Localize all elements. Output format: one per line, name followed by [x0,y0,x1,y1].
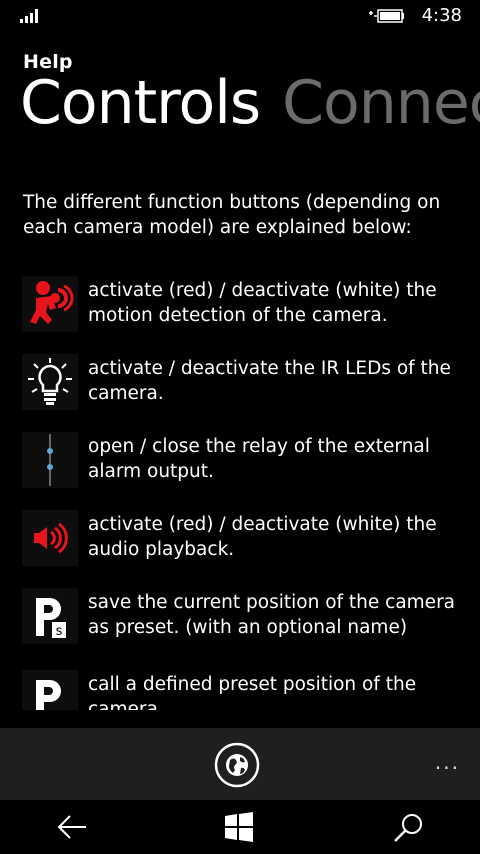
help-content[interactable]: The different function buttons (dependin… [0,180,480,710]
pivot-header: Controls Connec [20,68,480,138]
call-preset-icon [22,670,78,710]
battery-charging-icon [369,9,404,23]
more-options-button[interactable]: ... [435,750,460,774]
svg-text:s: s [56,624,63,639]
item-text: open / close the relay of the external a… [88,436,430,482]
motion-detection-icon [22,276,78,332]
item-text: activate / deactivate the IR LEDs of the… [88,358,451,404]
relay-switch-icon [22,432,78,488]
tab-controls[interactable]: Controls [20,68,261,138]
item-text: activate (red) / deactivate (white) the … [88,280,437,326]
save-preset-icon: s [22,588,78,644]
intro-text: The different function buttons (dependin… [23,192,441,238]
item-text: activate (red) / deactivate (white) the … [88,514,437,560]
globe-icon[interactable] [214,742,260,788]
back-arrow-icon[interactable] [56,812,88,842]
signal-strength-icon [20,9,38,23]
ir-led-bulb-icon [22,354,78,410]
status-time: 4:38 [421,5,462,26]
item-text: save the current position of the camera … [88,592,456,638]
search-icon[interactable] [392,812,424,844]
app-bar: ... [0,728,480,800]
speaker-audio-icon [22,510,78,566]
system-nav-bar [0,800,480,854]
windows-start-icon[interactable] [224,812,254,842]
item-text: call a defined preset position of the ca… [88,674,417,710]
status-bar: 4:38 [0,0,480,32]
tab-connection[interactable]: Connec [282,68,480,138]
